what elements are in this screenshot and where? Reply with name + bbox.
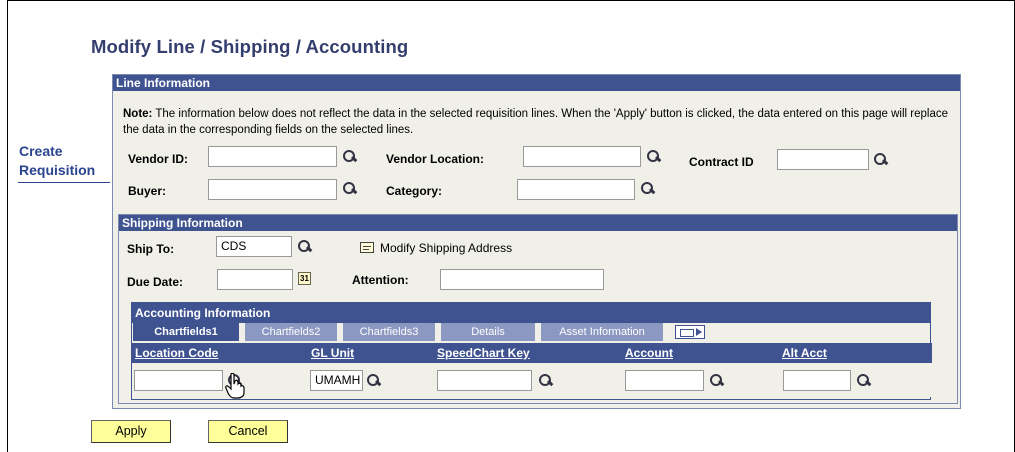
contract-id-lookup-icon[interactable] bbox=[873, 153, 887, 167]
create-requisition-link[interactable]: Create Requisition bbox=[19, 142, 109, 180]
vendor-location-input[interactable] bbox=[523, 146, 641, 167]
ship-to-input[interactable]: CDS bbox=[216, 236, 292, 257]
speedchart-key-lookup-icon[interactable] bbox=[538, 374, 552, 388]
alt-acct-input[interactable] bbox=[783, 370, 851, 391]
due-date-input[interactable] bbox=[217, 269, 293, 290]
category-input[interactable] bbox=[517, 179, 635, 200]
line-information-header: Line Information bbox=[113, 75, 960, 91]
column-location-code[interactable]: Location Code bbox=[132, 343, 308, 363]
accounting-information-header: Accounting Information bbox=[132, 303, 930, 323]
buyer-input[interactable] bbox=[208, 179, 337, 200]
tab-chartfields1[interactable]: Chartfields1 bbox=[133, 323, 239, 341]
tab-details[interactable]: Details bbox=[441, 323, 535, 341]
attention-label: Attention: bbox=[352, 273, 409, 287]
gl-unit-input[interactable]: UMAMH bbox=[310, 370, 363, 391]
location-code-input[interactable] bbox=[134, 370, 223, 391]
vendor-id-lookup-icon[interactable] bbox=[342, 150, 356, 164]
cancel-button[interactable]: Cancel bbox=[208, 420, 288, 443]
due-date-label: Due Date: bbox=[127, 275, 184, 289]
alt-acct-lookup-icon[interactable] bbox=[856, 374, 870, 388]
tab-chartfields2[interactable]: Chartfields2 bbox=[245, 323, 337, 341]
category-lookup-icon[interactable] bbox=[640, 182, 654, 196]
page-title: Modify Line / Shipping / Accounting bbox=[91, 36, 409, 57]
column-alt-acct[interactable]: Alt Acct bbox=[779, 343, 932, 363]
calendar-icon[interactable]: 31 bbox=[298, 272, 311, 285]
attention-input[interactable] bbox=[440, 269, 604, 290]
gl-unit-lookup-icon[interactable] bbox=[366, 374, 380, 388]
create-requisition-link-line2[interactable]: Requisition bbox=[19, 161, 109, 180]
create-requisition-link-line1[interactable]: Create bbox=[19, 142, 109, 161]
vendor-location-label: Vendor Location: bbox=[386, 152, 485, 166]
contract-id-label: Contract ID bbox=[689, 155, 754, 169]
category-label: Category: bbox=[386, 184, 443, 198]
line-information-panel: Line Information Note: The information b… bbox=[112, 74, 961, 409]
table-row: UMAMH bbox=[132, 363, 932, 397]
show-all-columns-icon[interactable] bbox=[675, 325, 705, 339]
modify-address-icon[interactable] bbox=[360, 242, 374, 253]
side-divider bbox=[18, 182, 110, 183]
column-speedchart-key[interactable]: SpeedChart Key bbox=[434, 343, 622, 363]
buyer-label: Buyer: bbox=[128, 184, 167, 198]
column-gl-unit[interactable]: GL Unit bbox=[308, 343, 434, 363]
speedchart-key-input[interactable] bbox=[437, 370, 532, 391]
column-account[interactable]: Account bbox=[622, 343, 779, 363]
tab-separator bbox=[663, 323, 669, 341]
ship-to-label: Ship To: bbox=[127, 242, 175, 256]
vendor-id-input[interactable] bbox=[208, 146, 337, 167]
hand-cursor-icon bbox=[225, 373, 245, 399]
contract-id-input[interactable] bbox=[777, 149, 869, 170]
tab-chartfields3[interactable]: Chartfields3 bbox=[343, 323, 435, 341]
account-lookup-icon[interactable] bbox=[709, 374, 723, 388]
apply-button[interactable]: Apply bbox=[91, 420, 171, 443]
line-information-note: Note: The information below does not ref… bbox=[123, 106, 953, 138]
vendor-id-label: Vendor ID: bbox=[128, 152, 189, 166]
note-text: The information below does not reflect t… bbox=[123, 108, 948, 136]
note-label: Note: bbox=[123, 108, 153, 120]
shipping-information-header: Shipping Information bbox=[119, 215, 957, 231]
modify-shipping-address-link[interactable]: Modify Shipping Address bbox=[380, 241, 512, 255]
accounting-information-panel: Accounting Information Chartfields1 Char… bbox=[131, 302, 932, 400]
ship-to-lookup-icon[interactable] bbox=[297, 240, 311, 254]
buyer-lookup-icon[interactable] bbox=[342, 182, 356, 196]
vendor-location-lookup-icon[interactable] bbox=[646, 150, 660, 164]
tab-asset-information[interactable]: Asset Information bbox=[541, 323, 663, 341]
account-input[interactable] bbox=[625, 370, 704, 391]
